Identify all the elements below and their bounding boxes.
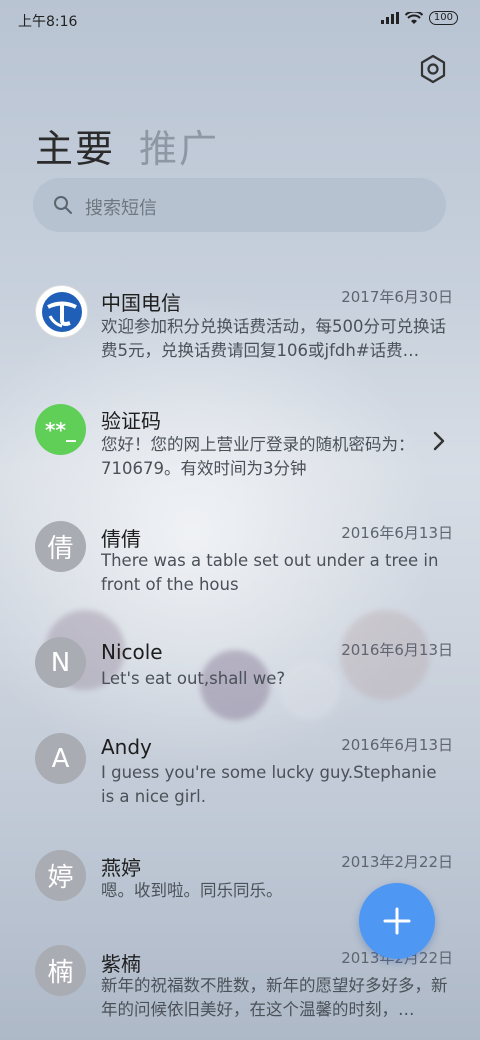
search-input[interactable]: 搜索短信 bbox=[85, 194, 157, 220]
conversation-item[interactable]: 倩 倩倩 2016年6月13日 There was a table set ou… bbox=[0, 520, 480, 600]
conversation-name: Nicole bbox=[101, 640, 163, 664]
avatar: 倩 bbox=[35, 521, 86, 572]
search-icon bbox=[54, 196, 72, 214]
conversation-preview: 新年的祝福数不胜数，新年的愿望好多好多，新年的问候依旧美好，在这个温馨的时刻，… bbox=[101, 976, 448, 1019]
conversation-date: 2017年6月30日 bbox=[341, 288, 453, 306]
new-message-button[interactable] bbox=[359, 883, 435, 959]
avatar-initial: A bbox=[51, 743, 70, 774]
status-bar: 上午8:16 100 bbox=[0, 0, 480, 40]
verification-avatar: **_ bbox=[35, 404, 86, 455]
conversation-item[interactable]: A Andy 2016年6月13日 I guess you're some lu… bbox=[0, 732, 480, 812]
conversation-preview: Let's eat out,shall we? bbox=[101, 669, 286, 688]
avatar: 楠 bbox=[35, 945, 86, 996]
avatar: 婷 bbox=[35, 850, 86, 901]
wifi-icon bbox=[404, 11, 423, 24]
conversation-preview: 欢迎参加积分兑换话费活动，每500分可兑换话费5元，兑换话费请回复106或jfd… bbox=[101, 317, 446, 360]
avatar: A bbox=[35, 733, 86, 784]
avatar: N bbox=[35, 637, 86, 688]
category-tabs: 主要 推广 bbox=[35, 118, 219, 173]
conversation-name: 燕婷 bbox=[101, 856, 141, 880]
conversation-name: 验证码 bbox=[101, 409, 161, 433]
conversation-preview: There was a table set out under a tree i… bbox=[101, 551, 439, 594]
conversation-name: 紫楠 bbox=[101, 952, 141, 976]
chevron-right-icon[interactable] bbox=[432, 431, 446, 451]
avatar-initial: 婷 bbox=[47, 863, 74, 893]
avatar-initial: N bbox=[50, 647, 71, 678]
tab-primary[interactable]: 主要 bbox=[35, 118, 115, 173]
conversation-date: 2013年2月22日 bbox=[341, 853, 453, 871]
conversation-date: 2016年6月13日 bbox=[341, 524, 453, 542]
conversation-preview: 您好！您的网上营业厅登录的随机密码为：710679。有效时间为3分钟 bbox=[101, 435, 415, 478]
conversation-item[interactable]: **_ 验证码 您好！您的网上营业厅登录的随机密码为：710679。有效时间为3… bbox=[0, 402, 480, 482]
battery-icon: 100 bbox=[428, 11, 458, 25]
conversation-item[interactable]: N Nicole 2016年6月13日 Let's eat out,shall … bbox=[0, 637, 480, 697]
avatar-initial: 倩 bbox=[47, 534, 74, 564]
conversation-name: 倩倩 bbox=[101, 527, 141, 551]
status-icons: 100 bbox=[380, 11, 458, 25]
tab-promotions[interactable]: 推广 bbox=[139, 118, 219, 173]
conversation-date: 2016年6月13日 bbox=[341, 736, 453, 754]
avatar-initial: **_ bbox=[45, 417, 76, 442]
plus-icon bbox=[383, 907, 411, 935]
conversation-date: 2016年6月13日 bbox=[341, 641, 453, 659]
telecom-logo-icon bbox=[41, 291, 82, 332]
conversation-name: Andy bbox=[101, 735, 152, 759]
settings-icon[interactable] bbox=[418, 54, 448, 84]
telecom-logo-avatar bbox=[35, 285, 88, 338]
status-time: 上午8:16 bbox=[18, 14, 78, 30]
conversation-item[interactable]: 中国电信 2017年6月30日 欢迎参加积分兑换话费活动，每500分可兑换话费5… bbox=[0, 284, 480, 364]
conversation-name: 中国电信 bbox=[101, 291, 181, 315]
signal-icon bbox=[380, 12, 399, 24]
conversation-preview: I guess you're some lucky guy.Stephanie … bbox=[101, 763, 437, 806]
avatar-initial: 楠 bbox=[47, 958, 74, 988]
search-bar[interactable]: 搜索短信 bbox=[33, 178, 446, 232]
conversation-item[interactable]: 楠 紫楠 2013年2月22日 新年的祝福数不胜数，新年的愿望好多好多，新年的问… bbox=[0, 945, 480, 1035]
